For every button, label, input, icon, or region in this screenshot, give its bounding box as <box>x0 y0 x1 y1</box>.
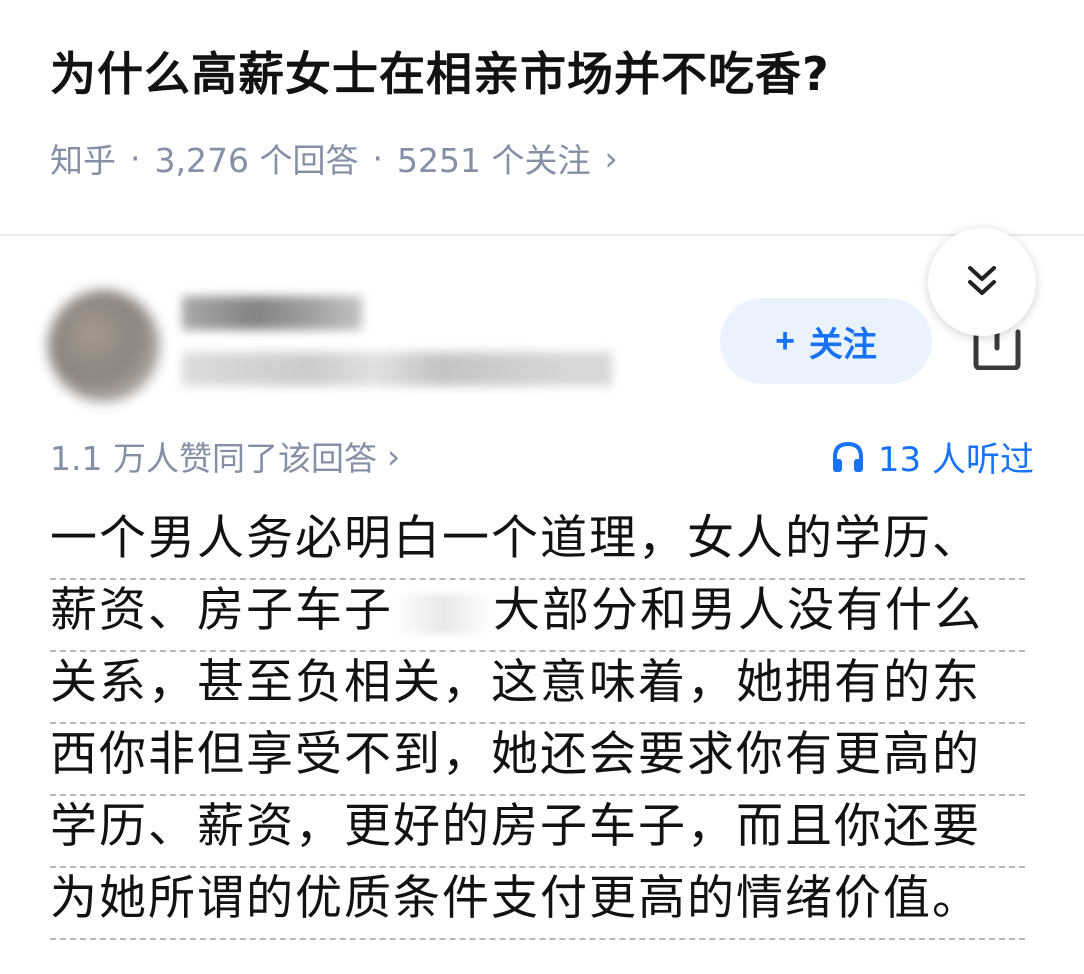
chevron-right-icon: › <box>386 436 401 476</box>
divider <box>0 234 1084 236</box>
followers-count: 5251 个关注 <box>396 141 591 180</box>
answer-line: 关系，甚至负相关，这意味着，她拥有的东 <box>50 652 1025 724</box>
answer-page: 为什么高薪女士在相亲市场并不吃香? 知乎 · 3,276 个回答 · 5251 … <box>0 0 1084 974</box>
question-meta[interactable]: 知乎 · 3,276 个回答 · 5251 个关注 › <box>50 134 618 182</box>
votes-summary[interactable]: 1.1 万人赞同了该回答 › <box>50 432 400 480</box>
collapse-button[interactable] <box>928 228 1036 336</box>
meta-separator: · <box>372 138 383 178</box>
follow-label: 关注 <box>808 325 877 364</box>
answer-line: 一个男人务必明白一个道理，女人的学历、 <box>50 508 1025 580</box>
author-bio-redacted <box>182 352 612 386</box>
chevron-right-icon: › <box>604 138 618 178</box>
answer-body: 一个男人务必明白一个道理，女人的学历、 薪资、房子车子 大部分和男人没有什么 关系… <box>50 508 1035 940</box>
source-label: 知乎 <box>50 141 116 180</box>
redacted-gap <box>393 593 493 634</box>
follow-button[interactable]: + 关注 <box>720 298 932 384</box>
double-chevron-down-icon <box>968 266 996 295</box>
answers-count: 3,276 个回答 <box>154 141 359 180</box>
question-title[interactable]: 为什么高薪女士在相亲市场并不吃香? <box>50 38 830 104</box>
answer-line: 薪资、房子车子 大部分和男人没有什么 <box>50 580 1025 652</box>
plus-icon: + <box>775 321 795 360</box>
avatar[interactable] <box>48 290 160 402</box>
listen-text: 13 人听过 <box>877 440 1034 480</box>
meta-separator: · <box>130 138 141 178</box>
answer-line: 为她所谓的优质条件支付更高的情绪价值。 <box>50 868 1025 940</box>
answer-line: 学历、薪资，更好的房子车子，而且你还要 <box>50 796 1025 868</box>
answer-line: 西你非但享受不到，她还会要求你有更高的 <box>50 724 1025 796</box>
headphones-icon <box>832 441 863 472</box>
listen-summary[interactable]: 13 人听过 <box>830 432 1034 481</box>
author-name-redacted[interactable] <box>182 296 362 330</box>
votes-text: 1.1 万人赞同了该回答 <box>50 439 377 478</box>
